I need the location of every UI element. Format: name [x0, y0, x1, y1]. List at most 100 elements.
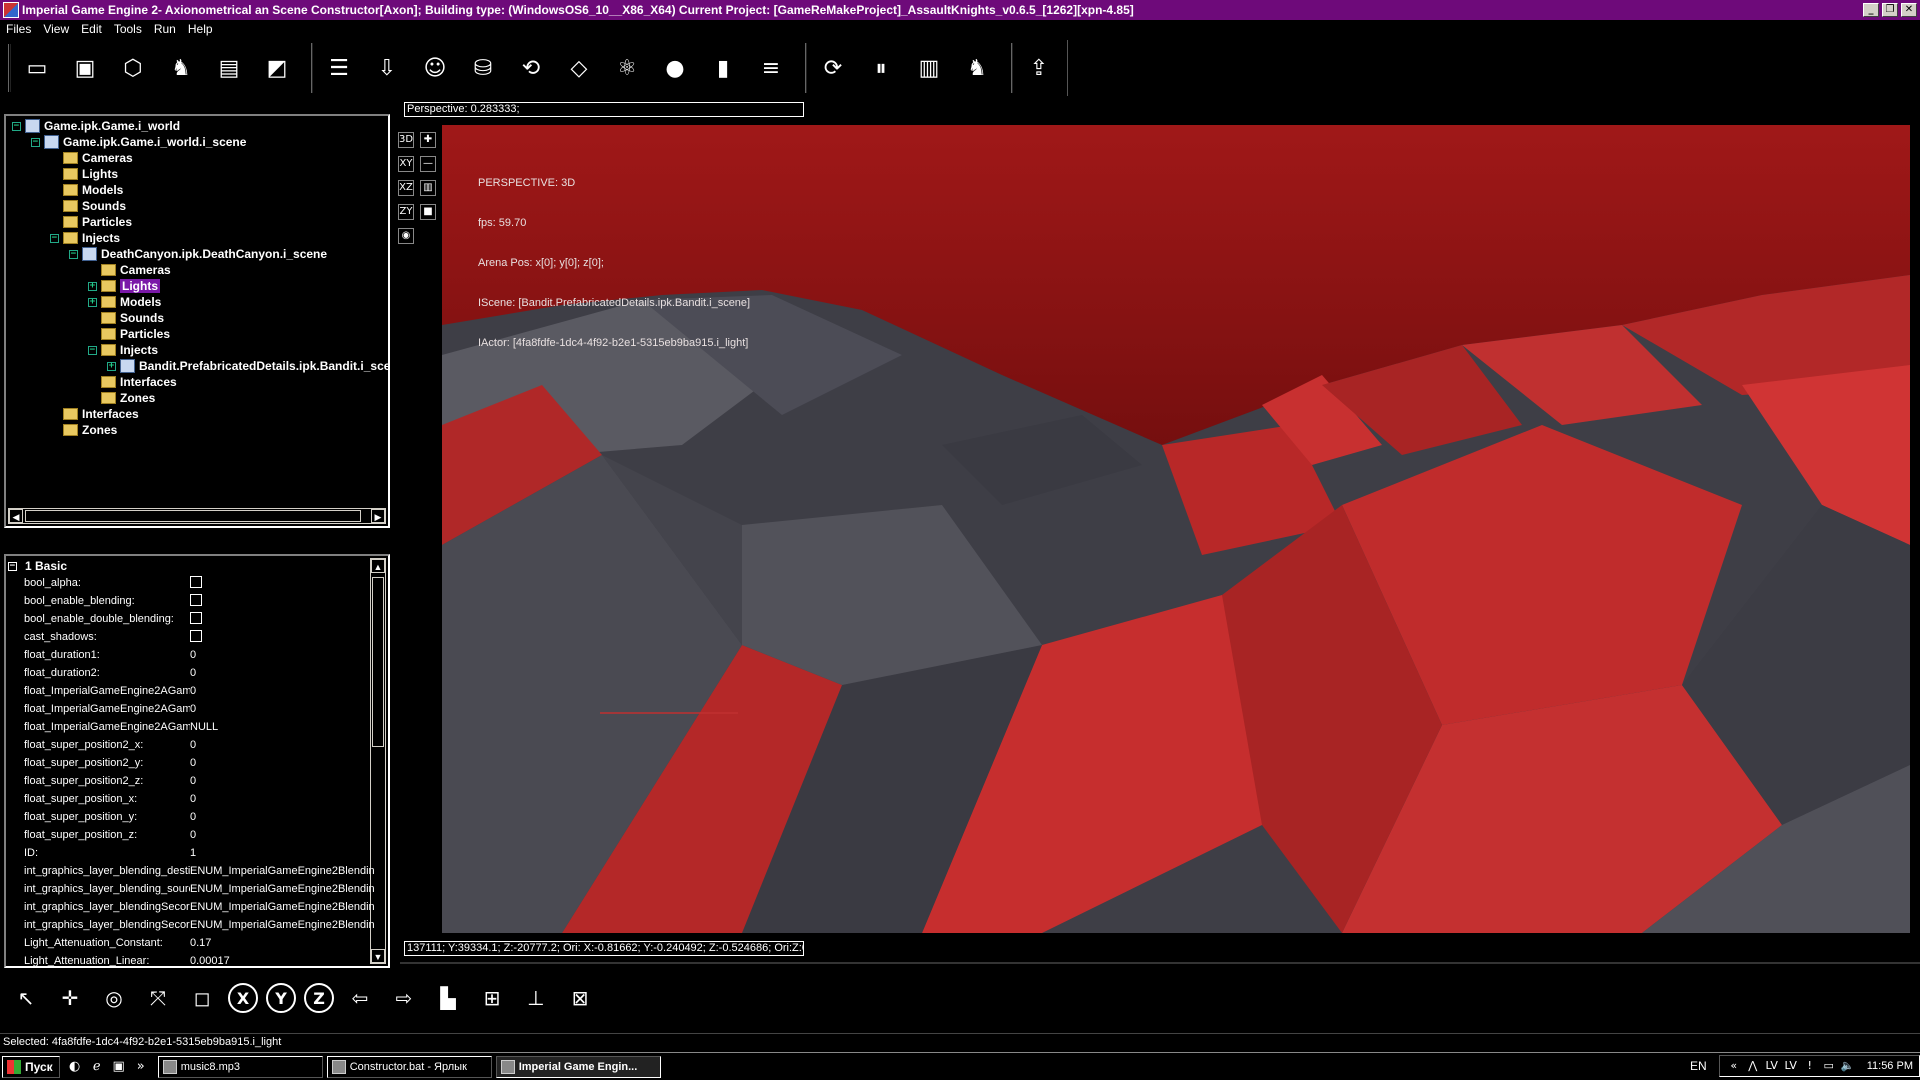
collapse-icon[interactable]: − [8, 561, 17, 571]
property-row[interactable]: float_super_position_y: 0 [24, 808, 374, 826]
language-indicator[interactable]: EN [1690, 1059, 1707, 1073]
volume-icon[interactable]: 🔈 [1840, 1058, 1856, 1074]
undo-arrow-icon[interactable]: ⇦ [342, 980, 378, 1016]
tree-node[interactable]: Particles [88, 326, 170, 342]
view-xz-icon[interactable]: XZ [398, 180, 414, 196]
property-row[interactable]: float_ImperialGameEngine2AGame NULL [24, 718, 374, 736]
select-arrow-icon[interactable]: ↖ [8, 980, 44, 1016]
align-grid-icon[interactable]: ⊠ [562, 980, 598, 1016]
import-button[interactable]: ⇩ [367, 46, 407, 90]
property-value[interactable]: 0 [190, 829, 374, 841]
property-row[interactable]: int_graphics_layer_blendingSecor ENUM_Imp… [24, 916, 374, 934]
snap-icon[interactable]: ▙ [430, 980, 466, 1016]
menu-view[interactable]: View [37, 22, 75, 36]
tree-node[interactable]: − DeathCanyon.ipk.DeathCanyon.i_scene [69, 246, 327, 262]
redo-arrow-icon[interactable]: ⇨ [386, 980, 422, 1016]
move-axes-icon[interactable]: ✛ [52, 980, 88, 1016]
tree-node[interactable]: Sounds [88, 310, 164, 326]
scroll-left-arrow-icon[interactable]: ◀ [9, 509, 23, 523]
more-chevron-icon[interactable]: » [132, 1058, 150, 1076]
app-icon[interactable] [3, 2, 19, 18]
grid-icon[interactable]: ▥ [420, 180, 436, 196]
property-value[interactable]: 0.00017 [190, 955, 374, 966]
tree-node[interactable]: − Game.ipk.Game.i_world [12, 118, 180, 134]
layers-button[interactable]: ☰ [319, 46, 359, 90]
antivirus-icon[interactable]: LV [1783, 1058, 1799, 1074]
property-row[interactable]: float_ImperialGameEngine2AGame 0 [24, 700, 374, 718]
menu-edit[interactable]: Edit [75, 22, 108, 36]
property-value[interactable]: 0 [190, 703, 374, 715]
property-value[interactable]: 0 [190, 685, 374, 697]
menu-tools[interactable]: Tools [108, 22, 148, 36]
property-checkbox[interactable] [190, 611, 202, 624]
desktop-icon[interactable]: ▣ [110, 1058, 128, 1076]
collapse-icon[interactable]: − [88, 345, 97, 355]
property-value[interactable]: 0 [190, 667, 374, 679]
collapse-icon[interactable]: − [12, 121, 21, 131]
property-value[interactable] [190, 575, 374, 591]
axis-z-icon[interactable]: Z [304, 983, 334, 1013]
property-row[interactable]: float_super_position2_y: 0 [24, 754, 374, 772]
property-value[interactable]: ENUM_ImperialGameEngine2Blending [190, 883, 374, 895]
eagle-emblem-button[interactable]: ♞ [161, 46, 201, 90]
property-value[interactable]: ENUM_ImperialGameEngine2Blending [190, 919, 374, 931]
property-value[interactable]: 0 [190, 793, 374, 805]
property-value[interactable]: ENUM_ImperialGameEngine2Blending [190, 901, 374, 913]
property-value[interactable]: 0 [190, 649, 374, 661]
scroll-thumb[interactable] [25, 510, 361, 522]
scroll-right-arrow-icon[interactable]: ▶ [371, 509, 385, 523]
property-checkbox[interactable] [190, 629, 202, 642]
clock[interactable]: 11:56 PM [1867, 1060, 1913, 1072]
color-icon[interactable]: ■ [420, 204, 436, 220]
property-value[interactable] [190, 629, 374, 645]
property-row[interactable]: Light_Attenuation_Linear: 0.00017 [24, 952, 374, 966]
property-row[interactable]: float_ImperialGameEngine2AGame 0 [24, 682, 374, 700]
axis-y-icon[interactable]: Y [266, 983, 296, 1013]
tree-node[interactable]: Sounds [50, 198, 126, 214]
property-value[interactable]: 0 [190, 811, 374, 823]
property-value[interactable] [190, 593, 374, 609]
tree-node[interactable]: + Bandit.PrefabricatedDetails.ipk.Bandit.… [107, 358, 388, 374]
pause-button[interactable]: ⏸ [861, 46, 901, 90]
maximize-button[interactable]: ❐ [1882, 3, 1898, 17]
database-button[interactable]: ⛁ [463, 46, 503, 90]
property-group-header[interactable]: − 1 Basic [8, 558, 67, 574]
tree-node[interactable]: Zones [88, 390, 155, 406]
tree-node[interactable]: Lights [50, 166, 118, 182]
collapse-icon[interactable]: − [31, 137, 40, 147]
loop-button[interactable]: ⟲ [511, 46, 551, 90]
taskbar-task-button[interactable]: Constructor.bat - Ярлык [326, 1055, 492, 1078]
property-row[interactable]: ID: 1 [24, 844, 374, 862]
tree-node[interactable]: Models [50, 182, 123, 198]
diamond-button[interactable]: ◇ [559, 46, 599, 90]
battery-button[interactable]: ▮ [703, 46, 743, 90]
tree-node[interactable]: − Injects [88, 342, 158, 358]
toolbar-grip[interactable] [8, 44, 11, 92]
property-row[interactable]: float_super_position_x: 0 [24, 790, 374, 808]
property-row[interactable]: float_duration1: 0 [24, 646, 374, 664]
clapper-button[interactable]: ◩ [257, 46, 297, 90]
eagle-build-button[interactable]: ♞ [957, 46, 997, 90]
save-disk-button[interactable]: ▣ [65, 46, 105, 90]
run-button[interactable]: ⟳ [813, 46, 853, 90]
view-zy-icon[interactable]: ZY [398, 204, 414, 220]
expand-icon[interactable]: + [107, 361, 116, 371]
alert-icon[interactable]: ! [1802, 1058, 1818, 1074]
scene-tree-panel[interactable]: ◀ ▶ − Game.ipk.Game.i_world − Game.ipk.Game… [4, 114, 390, 528]
property-value[interactable]: ENUM_ImperialGameEngine2BlendingL [190, 865, 374, 877]
close-button[interactable]: ✕ [1901, 3, 1917, 17]
menu-help[interactable]: Help [182, 22, 219, 36]
tree-node[interactable]: Interfaces [88, 374, 177, 390]
view-3d-icon[interactable]: 3D [398, 132, 414, 148]
property-row[interactable]: float_super_position2_x: 0 [24, 736, 374, 754]
minimize-button[interactable]: _ [1863, 3, 1879, 17]
property-row[interactable]: cast_shadows: [24, 628, 374, 646]
property-row[interactable]: bool_alpha: [24, 574, 374, 592]
crosshair-icon[interactable]: ✚ [420, 132, 436, 148]
masks-button[interactable]: ☺ [415, 46, 455, 90]
property-row[interactable]: Light_Attenuation_Constant: 0.17 [24, 934, 374, 952]
tree-node[interactable]: Cameras [50, 150, 133, 166]
tree-node[interactable]: + Models [88, 294, 161, 310]
property-value[interactable]: 0 [190, 775, 374, 787]
property-row[interactable]: int_graphics_layer_blending_sourc ENUM_Im… [24, 880, 374, 898]
